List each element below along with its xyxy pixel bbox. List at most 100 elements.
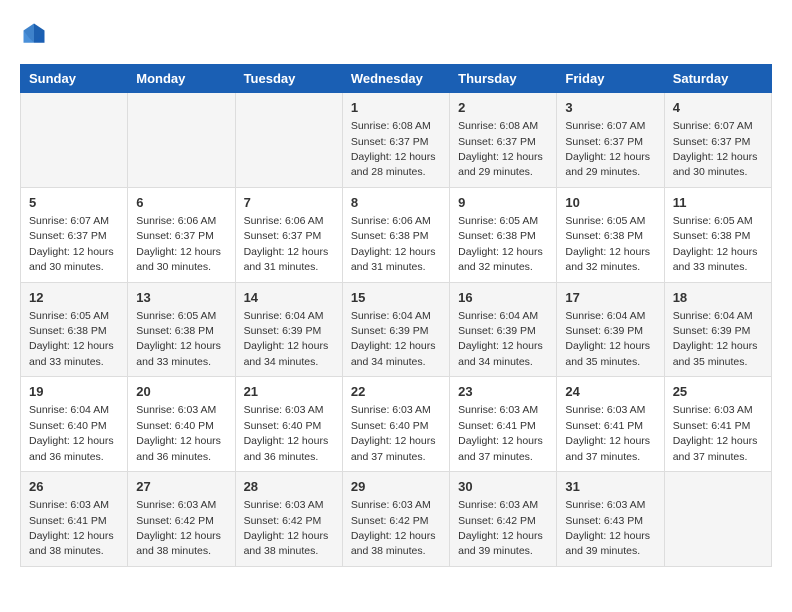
calendar-cell	[128, 93, 235, 188]
day-info: Sunrise: 6:03 AM Sunset: 6:42 PM Dayligh…	[136, 499, 221, 557]
day-number: 23	[458, 383, 548, 401]
day-number: 21	[244, 383, 334, 401]
day-number: 7	[244, 194, 334, 212]
day-number: 16	[458, 289, 548, 307]
day-info: Sunrise: 6:03 AM Sunset: 6:40 PM Dayligh…	[136, 404, 221, 462]
calendar-cell: 6 Sunrise: 6:06 AM Sunset: 6:37 PM Daylig…	[128, 187, 235, 282]
day-info: Sunrise: 6:04 AM Sunset: 6:39 PM Dayligh…	[351, 310, 436, 368]
logo-icon	[20, 20, 48, 48]
header-cell-tuesday: Tuesday	[235, 65, 342, 93]
day-info: Sunrise: 6:03 AM Sunset: 6:41 PM Dayligh…	[565, 404, 650, 462]
calendar-cell	[235, 93, 342, 188]
logo	[20, 20, 52, 48]
calendar-cell: 19 Sunrise: 6:04 AM Sunset: 6:40 PM Dayli…	[21, 377, 128, 472]
day-number: 13	[136, 289, 226, 307]
calendar-cell: 14 Sunrise: 6:04 AM Sunset: 6:39 PM Dayli…	[235, 282, 342, 377]
day-number: 4	[673, 99, 763, 117]
week-row-3: 12Sunrise: 6:05 AM Sunset: 6:38 PM Dayli…	[21, 282, 772, 377]
header-cell-wednesday: Wednesday	[342, 65, 449, 93]
calendar-cell: 25 Sunrise: 6:03 AM Sunset: 6:41 PM Dayli…	[664, 377, 771, 472]
day-number: 2	[458, 99, 548, 117]
day-info: Sunrise: 6:04 AM Sunset: 6:39 PM Dayligh…	[565, 310, 650, 368]
day-info: Sunrise: 6:03 AM Sunset: 6:40 PM Dayligh…	[351, 404, 436, 462]
calendar-cell: 28 Sunrise: 6:03 AM Sunset: 6:42 PM Dayli…	[235, 472, 342, 567]
calendar-cell: 12Sunrise: 6:05 AM Sunset: 6:38 PM Dayli…	[21, 282, 128, 377]
calendar-cell	[21, 93, 128, 188]
day-info: Sunrise: 6:05 AM Sunset: 6:38 PM Dayligh…	[673, 215, 758, 273]
calendar-cell: 4 Sunrise: 6:07 AM Sunset: 6:37 PM Daylig…	[664, 93, 771, 188]
day-info: Sunrise: 6:07 AM Sunset: 6:37 PM Dayligh…	[29, 215, 114, 273]
day-number: 18	[673, 289, 763, 307]
calendar-cell: 9 Sunrise: 6:05 AM Sunset: 6:38 PM Daylig…	[450, 187, 557, 282]
header-cell-sunday: Sunday	[21, 65, 128, 93]
day-number: 22	[351, 383, 441, 401]
calendar-cell: 3 Sunrise: 6:07 AM Sunset: 6:37 PM Daylig…	[557, 93, 664, 188]
day-info: Sunrise: 6:05 AM Sunset: 6:38 PM Dayligh…	[458, 215, 543, 273]
day-info: Sunrise: 6:03 AM Sunset: 6:42 PM Dayligh…	[244, 499, 329, 557]
day-info: Sunrise: 6:03 AM Sunset: 6:42 PM Dayligh…	[351, 499, 436, 557]
day-info: Sunrise: 6:07 AM Sunset: 6:37 PM Dayligh…	[673, 120, 758, 178]
day-number: 8	[351, 194, 441, 212]
calendar-cell: 16 Sunrise: 6:04 AM Sunset: 6:39 PM Dayli…	[450, 282, 557, 377]
calendar-cell: 15 Sunrise: 6:04 AM Sunset: 6:39 PM Dayli…	[342, 282, 449, 377]
week-row-2: 5Sunrise: 6:07 AM Sunset: 6:37 PM Daylig…	[21, 187, 772, 282]
calendar-cell: 29 Sunrise: 6:03 AM Sunset: 6:42 PM Dayli…	[342, 472, 449, 567]
day-info: Sunrise: 6:03 AM Sunset: 6:41 PM Dayligh…	[29, 499, 114, 557]
day-number: 24	[565, 383, 655, 401]
calendar-cell: 30Sunrise: 6:03 AM Sunset: 6:42 PM Dayli…	[450, 472, 557, 567]
calendar-cell: 1 Sunrise: 6:08 AM Sunset: 6:37 PM Daylig…	[342, 93, 449, 188]
day-info: Sunrise: 6:08 AM Sunset: 6:37 PM Dayligh…	[351, 120, 436, 178]
day-info: Sunrise: 6:06 AM Sunset: 6:37 PM Dayligh…	[136, 215, 221, 273]
week-row-4: 19 Sunrise: 6:04 AM Sunset: 6:40 PM Dayli…	[21, 377, 772, 472]
day-number: 10	[565, 194, 655, 212]
day-info: Sunrise: 6:04 AM Sunset: 6:39 PM Dayligh…	[673, 310, 758, 368]
day-number: 30	[458, 478, 548, 496]
day-info: Sunrise: 6:05 AM Sunset: 6:38 PM Dayligh…	[565, 215, 650, 273]
calendar-cell: 11Sunrise: 6:05 AM Sunset: 6:38 PM Dayli…	[664, 187, 771, 282]
header-cell-monday: Monday	[128, 65, 235, 93]
day-number: 6	[136, 194, 226, 212]
week-row-1: 1 Sunrise: 6:08 AM Sunset: 6:37 PM Daylig…	[21, 93, 772, 188]
day-info: Sunrise: 6:08 AM Sunset: 6:37 PM Dayligh…	[458, 120, 543, 178]
calendar-header: SundayMondayTuesdayWednesdayThursdayFrid…	[21, 65, 772, 93]
day-info: Sunrise: 6:03 AM Sunset: 6:41 PM Dayligh…	[458, 404, 543, 462]
day-info: Sunrise: 6:03 AM Sunset: 6:41 PM Dayligh…	[673, 404, 758, 462]
header-cell-saturday: Saturday	[664, 65, 771, 93]
day-number: 1	[351, 99, 441, 117]
calendar-body: 1 Sunrise: 6:08 AM Sunset: 6:37 PM Daylig…	[21, 93, 772, 567]
day-info: Sunrise: 6:03 AM Sunset: 6:43 PM Dayligh…	[565, 499, 650, 557]
day-number: 3	[565, 99, 655, 117]
calendar-cell: 2 Sunrise: 6:08 AM Sunset: 6:37 PM Daylig…	[450, 93, 557, 188]
day-info: Sunrise: 6:06 AM Sunset: 6:37 PM Dayligh…	[244, 215, 329, 273]
calendar-cell: 18 Sunrise: 6:04 AM Sunset: 6:39 PM Dayli…	[664, 282, 771, 377]
calendar-cell: 10 Sunrise: 6:05 AM Sunset: 6:38 PM Dayli…	[557, 187, 664, 282]
day-info: Sunrise: 6:04 AM Sunset: 6:39 PM Dayligh…	[244, 310, 329, 368]
day-info: Sunrise: 6:06 AM Sunset: 6:38 PM Dayligh…	[351, 215, 436, 273]
header-row: SundayMondayTuesdayWednesdayThursdayFrid…	[21, 65, 772, 93]
day-info: Sunrise: 6:07 AM Sunset: 6:37 PM Dayligh…	[565, 120, 650, 178]
calendar-cell: 24 Sunrise: 6:03 AM Sunset: 6:41 PM Dayli…	[557, 377, 664, 472]
calendar-cell: 22 Sunrise: 6:03 AM Sunset: 6:40 PM Dayli…	[342, 377, 449, 472]
day-number: 19	[29, 383, 119, 401]
day-info: Sunrise: 6:04 AM Sunset: 6:39 PM Dayligh…	[458, 310, 543, 368]
calendar-cell: 8 Sunrise: 6:06 AM Sunset: 6:38 PM Daylig…	[342, 187, 449, 282]
day-number: 28	[244, 478, 334, 496]
header-cell-thursday: Thursday	[450, 65, 557, 93]
header-cell-friday: Friday	[557, 65, 664, 93]
calendar-cell: 7 Sunrise: 6:06 AM Sunset: 6:37 PM Daylig…	[235, 187, 342, 282]
day-number: 9	[458, 194, 548, 212]
week-row-5: 26Sunrise: 6:03 AM Sunset: 6:41 PM Dayli…	[21, 472, 772, 567]
header	[20, 20, 772, 48]
day-info: Sunrise: 6:04 AM Sunset: 6:40 PM Dayligh…	[29, 404, 114, 462]
day-number: 15	[351, 289, 441, 307]
day-info: Sunrise: 6:05 AM Sunset: 6:38 PM Dayligh…	[29, 310, 114, 368]
calendar-cell: 13Sunrise: 6:05 AM Sunset: 6:38 PM Dayli…	[128, 282, 235, 377]
calendar-cell: 20Sunrise: 6:03 AM Sunset: 6:40 PM Dayli…	[128, 377, 235, 472]
day-number: 29	[351, 478, 441, 496]
day-info: Sunrise: 6:03 AM Sunset: 6:40 PM Dayligh…	[244, 404, 329, 462]
calendar-cell: 27Sunrise: 6:03 AM Sunset: 6:42 PM Dayli…	[128, 472, 235, 567]
day-number: 14	[244, 289, 334, 307]
calendar-cell: 23 Sunrise: 6:03 AM Sunset: 6:41 PM Dayli…	[450, 377, 557, 472]
calendar-cell: 21 Sunrise: 6:03 AM Sunset: 6:40 PM Dayli…	[235, 377, 342, 472]
day-number: 25	[673, 383, 763, 401]
